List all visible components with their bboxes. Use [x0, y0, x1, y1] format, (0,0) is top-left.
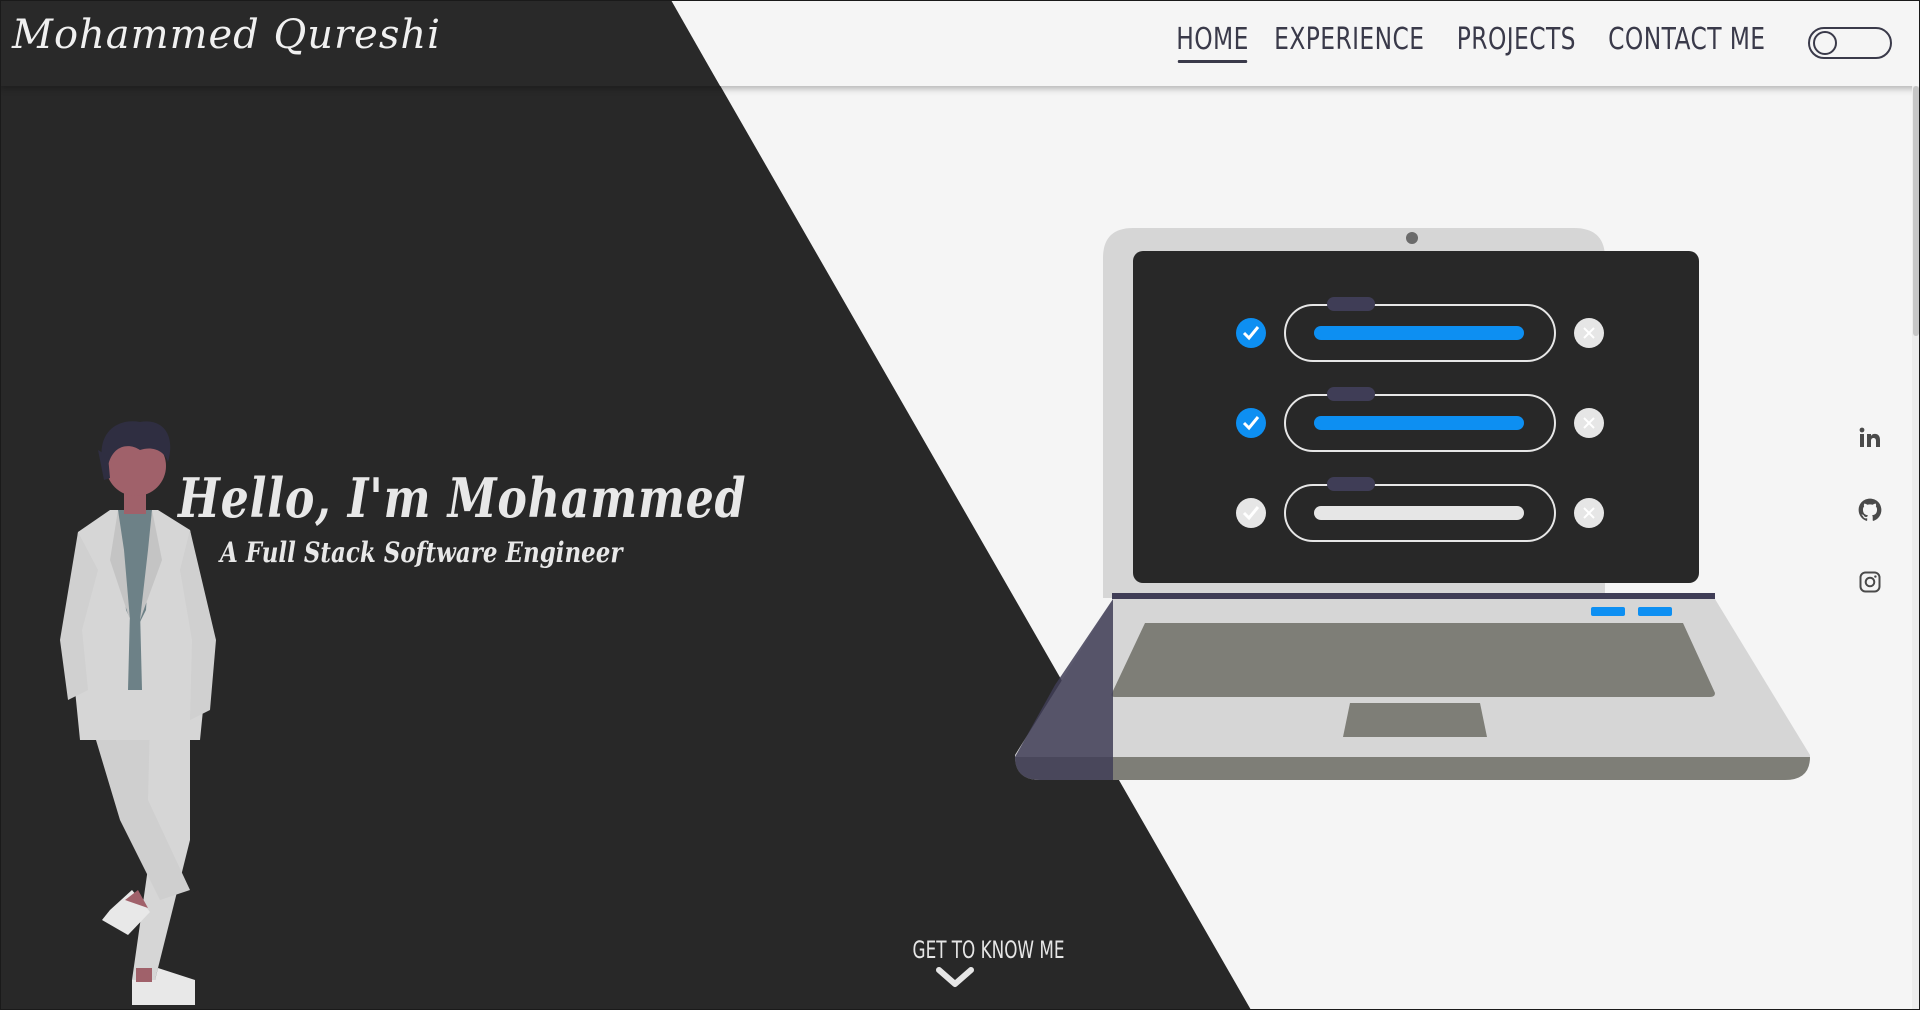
nav-projects[interactable]: PROJECTS — [1456, 22, 1575, 63]
chevron-down-icon — [936, 967, 974, 987]
header: Mohammed Qureshi HOME EXPERIENCE PROJECT… — [0, 0, 1920, 86]
linkedin-icon[interactable] — [1856, 424, 1884, 452]
scrollbar-thumb[interactable] — [1913, 86, 1919, 336]
main-nav: HOME EXPERIENCE PROJECTS CONTACT ME — [1176, 22, 1892, 63]
instagram-icon[interactable] — [1856, 568, 1884, 596]
laptop-illustration — [1015, 228, 1810, 780]
hero-greeting: Hello, I'm Mohammed — [178, 466, 747, 530]
theme-toggle-knob — [1813, 30, 1837, 55]
nav-home[interactable]: HOME — [1176, 22, 1249, 63]
cta-label: GET TO KNOW ME — [912, 936, 1065, 964]
social-links — [1856, 424, 1884, 596]
nav-contact-me[interactable]: CONTACT ME — [1609, 22, 1766, 63]
theme-toggle[interactable] — [1808, 26, 1892, 59]
scrollbar[interactable] — [1912, 86, 1920, 1010]
nav-experience[interactable]: EXPERIENCE — [1274, 22, 1424, 63]
github-icon[interactable] — [1856, 496, 1884, 524]
site-logo[interactable]: Mohammed Qureshi — [12, 12, 441, 58]
get-to-know-me-link[interactable]: GET TO KNOW ME — [880, 936, 1064, 990]
hero-subtitle: A Full Stack Software Engineer — [220, 536, 623, 569]
